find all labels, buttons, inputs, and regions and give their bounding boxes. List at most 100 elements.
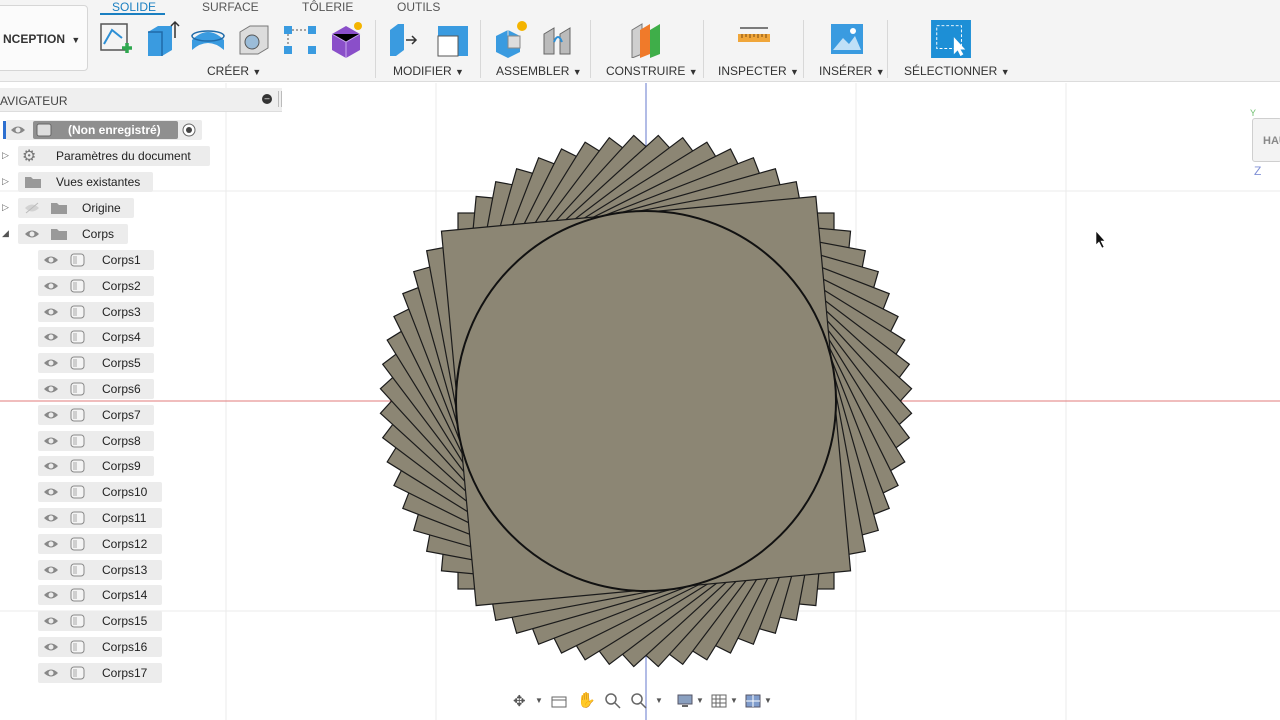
body-icon bbox=[70, 382, 85, 396]
fit-icon[interactable] bbox=[631, 693, 647, 709]
construct-menu[interactable]: CONSTRUIRE ▼ bbox=[606, 64, 698, 78]
eye-icon[interactable] bbox=[43, 330, 59, 344]
eye-icon[interactable] bbox=[43, 408, 59, 422]
tree-item-body[interactable]: Corps14 bbox=[0, 585, 215, 606]
insert-menu[interactable]: INSÉRER ▼ bbox=[819, 64, 885, 78]
tree-item-body[interactable]: Corps15 bbox=[0, 611, 215, 632]
eye-icon[interactable] bbox=[43, 434, 59, 448]
tree-item-body[interactable]: Corps12 bbox=[0, 533, 215, 554]
active-tab-indicator bbox=[100, 13, 165, 15]
eye-icon[interactable] bbox=[43, 279, 59, 293]
eye-icon[interactable] bbox=[43, 614, 59, 628]
chevron-down-icon[interactable]: ▼ bbox=[730, 696, 738, 705]
tree-item-body[interactable]: Corps5 bbox=[0, 353, 215, 374]
navigation-bar: ✥ ▼ ✋ ▼ ▼ ▼ ▼ bbox=[505, 690, 785, 714]
grid-settings-icon[interactable] bbox=[711, 694, 727, 708]
eye-icon[interactable] bbox=[43, 537, 59, 551]
pattern-icon[interactable] bbox=[282, 20, 318, 58]
tree-item-body[interactable]: Corps6 bbox=[0, 379, 215, 399]
tree-item-document-settings[interactable]: ▷ ⚙ Paramètres du document bbox=[0, 146, 215, 166]
tree-item-body[interactable]: Corps16 bbox=[0, 637, 215, 657]
tree-item-body[interactable]: Corps9 bbox=[0, 456, 215, 477]
tree-item-body[interactable]: Corps1 bbox=[0, 250, 215, 270]
group-label: CONSTRUIRE bbox=[606, 64, 686, 78]
tab-tolerie[interactable]: TÔLERIE bbox=[302, 0, 353, 14]
chevron-down-icon[interactable]: ▼ bbox=[535, 696, 543, 705]
eye-hidden-icon[interactable] bbox=[24, 201, 40, 215]
tree-item-body[interactable]: Corps7 bbox=[0, 404, 215, 425]
create-menu[interactable]: CRÉER ▼ bbox=[207, 64, 261, 78]
collapse-icon[interactable]: – bbox=[262, 94, 272, 104]
tab-surface[interactable]: SURFACE bbox=[202, 0, 259, 14]
eye-icon[interactable] bbox=[43, 253, 59, 267]
eye-icon[interactable] bbox=[43, 563, 59, 577]
modify-menu[interactable]: MODIFIER ▼ bbox=[393, 64, 464, 78]
tree-item-body[interactable]: Corps13 bbox=[0, 559, 215, 580]
display-settings-icon[interactable] bbox=[677, 694, 693, 708]
eye-icon[interactable] bbox=[10, 123, 26, 137]
tree-item-body[interactable]: Corps17 bbox=[0, 662, 215, 683]
select-menu[interactable]: SÉLECTIONNER ▼ bbox=[904, 64, 1010, 78]
fillet-icon[interactable] bbox=[434, 20, 470, 58]
body-label: Corps13 bbox=[102, 562, 148, 577]
look-at-icon[interactable] bbox=[551, 694, 567, 708]
zoom-icon[interactable] bbox=[605, 693, 621, 709]
chevron-down-icon: ▼ bbox=[875, 67, 885, 77]
chevron-down-icon[interactable]: ▼ bbox=[655, 696, 663, 705]
create-form-icon[interactable] bbox=[328, 20, 364, 58]
eye-icon[interactable] bbox=[43, 305, 59, 319]
tree-item-body[interactable]: Corps4 bbox=[0, 327, 215, 348]
revolve-icon[interactable] bbox=[190, 20, 226, 58]
tree-item-bodies-folder[interactable]: ◢ Corps bbox=[0, 224, 215, 244]
tree-item-body[interactable]: Corps2 bbox=[0, 275, 215, 296]
collapse-triangle-icon[interactable]: ◢ bbox=[2, 228, 9, 239]
expand-icon[interactable]: ▷ bbox=[2, 176, 9, 187]
viewports-icon[interactable] bbox=[745, 694, 761, 708]
tab-outils[interactable]: OUTILS bbox=[397, 0, 440, 14]
create-sketch-icon[interactable] bbox=[98, 20, 134, 58]
press-pull-icon[interactable] bbox=[388, 20, 424, 58]
tree-item-body[interactable]: Corps3 bbox=[0, 301, 215, 322]
expand-icon[interactable]: ▷ bbox=[2, 202, 9, 213]
chevron-down-icon[interactable]: ▼ bbox=[764, 696, 772, 705]
extrude-icon[interactable] bbox=[144, 20, 180, 58]
offset-plane-icon[interactable] bbox=[630, 20, 666, 58]
measure-icon[interactable] bbox=[736, 20, 772, 58]
tab-solide[interactable]: SOLIDE bbox=[112, 0, 156, 14]
eye-icon[interactable] bbox=[24, 227, 40, 241]
separator bbox=[703, 20, 704, 78]
tree-item-body[interactable]: Corps11 bbox=[0, 508, 215, 528]
hole-icon[interactable] bbox=[236, 20, 272, 58]
tree-item-body[interactable]: Corps8 bbox=[0, 430, 215, 451]
tree-root[interactable]: (Non enregistré) bbox=[0, 120, 210, 140]
workspace-dropdown[interactable]: NCEPTION ▼ bbox=[0, 5, 88, 71]
viewcube[interactable]: HAU bbox=[1252, 118, 1280, 162]
eye-icon[interactable] bbox=[43, 356, 59, 370]
eye-icon[interactable] bbox=[43, 588, 59, 602]
eye-icon[interactable] bbox=[43, 382, 59, 396]
body-label: Corps9 bbox=[102, 459, 141, 474]
radio-icon[interactable] bbox=[182, 123, 196, 137]
inspect-menu[interactable]: INSPECTER ▼ bbox=[718, 64, 799, 78]
new-component-icon[interactable] bbox=[494, 20, 530, 58]
eye-icon[interactable] bbox=[43, 666, 59, 680]
insert-image-icon[interactable] bbox=[829, 20, 865, 58]
viewcube-label: HAU bbox=[1263, 135, 1280, 147]
expand-icon[interactable]: ▷ bbox=[2, 150, 9, 161]
pan-icon[interactable]: ✋ bbox=[577, 691, 596, 709]
eye-icon[interactable] bbox=[43, 485, 59, 499]
chevron-down-icon[interactable]: ▼ bbox=[696, 696, 704, 705]
panel-handle-icon[interactable] bbox=[278, 91, 282, 107]
tree-item-body[interactable]: Corps10 bbox=[0, 482, 215, 503]
eye-icon[interactable] bbox=[43, 640, 59, 654]
select-icon[interactable] bbox=[930, 20, 972, 58]
root-label: (Non enregistré) bbox=[68, 123, 161, 137]
tree-item-origin[interactable]: ▷ Origine bbox=[0, 198, 215, 218]
eye-icon[interactable] bbox=[43, 511, 59, 525]
assemble-menu[interactable]: ASSEMBLER ▼ bbox=[496, 64, 582, 78]
navigator-title: AVIGATEUR bbox=[0, 94, 68, 108]
tree-item-named-views[interactable]: ▷ Vues existantes bbox=[0, 172, 215, 192]
orbit-icon[interactable]: ✥ bbox=[513, 692, 526, 710]
eye-icon[interactable] bbox=[43, 459, 59, 473]
joint-icon[interactable] bbox=[540, 20, 576, 58]
